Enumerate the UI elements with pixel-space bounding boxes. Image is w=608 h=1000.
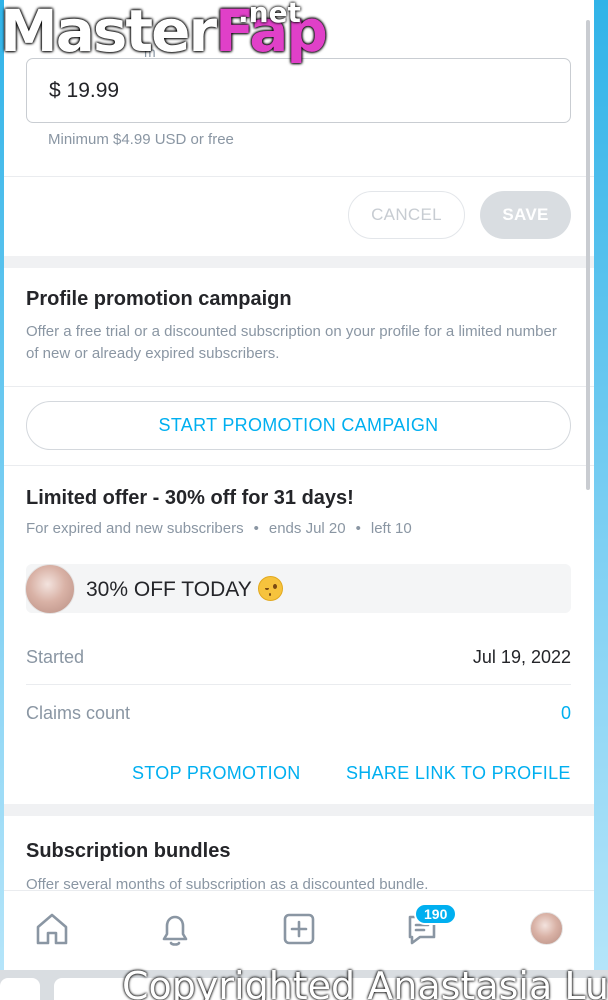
add-post-icon[interactable]	[279, 909, 319, 949]
partial-tab	[0, 978, 40, 1000]
watermark-logo-suffix: .net	[238, 0, 301, 29]
promotion-description: Offer a free trial or a discounted subsc…	[26, 323, 557, 362]
save-button[interactable]: SAVE	[480, 191, 571, 239]
profile-avatar[interactable]	[530, 912, 563, 945]
claims-value: 0	[560, 703, 571, 723]
started-value: Jul 19, 2022	[472, 647, 571, 667]
started-label: Started	[26, 647, 85, 667]
claims-label: Claims count	[26, 703, 131, 723]
bundles-title: Subscription bundles	[26, 840, 231, 862]
avatar	[25, 563, 75, 614]
offer-title: Limited offer - 30% off for 31 days!	[26, 487, 354, 509]
start-promotion-button[interactable]: START PROMOTION CAMPAIGN	[26, 401, 571, 450]
scrollbar[interactable]	[586, 20, 590, 490]
share-link-button[interactable]: SHARE LINK TO PROFILE	[346, 763, 571, 784]
separator-dot: •	[355, 520, 361, 537]
divider	[26, 684, 571, 685]
home-icon[interactable]	[32, 909, 72, 949]
offer-ends: ends Jul 20	[268, 520, 346, 537]
separator-dot: •	[253, 520, 259, 537]
divider	[4, 465, 594, 466]
divider	[4, 386, 594, 387]
cancel-button[interactable]: CANCEL	[348, 191, 465, 239]
offer-message-text: 30% OFF TODAY	[86, 577, 252, 601]
copyright-watermark: Copyrighted Anastasia Lux	[122, 964, 608, 1000]
offer-audience: For expired and new subscribers	[26, 520, 244, 537]
bell-icon[interactable]	[155, 909, 195, 949]
messages-badge: 190	[414, 903, 458, 925]
stop-promotion-button[interactable]: STOP PROMOTION	[132, 763, 301, 784]
offer-meta: For expired and new subscribers • ends Jul…	[26, 520, 412, 537]
offer-left: left 10	[370, 520, 412, 537]
offer-message-box: 30% OFF TODAY	[25, 563, 571, 614]
price-input[interactable]: $ 19.99	[26, 58, 571, 123]
promotion-title: Profile promotion campaign	[26, 288, 292, 310]
watermark-logo-main: Master	[0, 0, 217, 65]
offer-message: 30% OFF TODAY	[86, 575, 283, 602]
price-hint: Minimum $4.99 USD or free	[48, 131, 234, 148]
divider	[4, 176, 594, 177]
app-screen: m $ 19.99 Minimum $4.99 USD or free CANC…	[4, 0, 594, 1000]
winking-face-icon	[257, 575, 283, 601]
promotion-card: Profile promotion campaign Offer a free …	[4, 268, 594, 804]
bottom-nav	[4, 890, 594, 970]
